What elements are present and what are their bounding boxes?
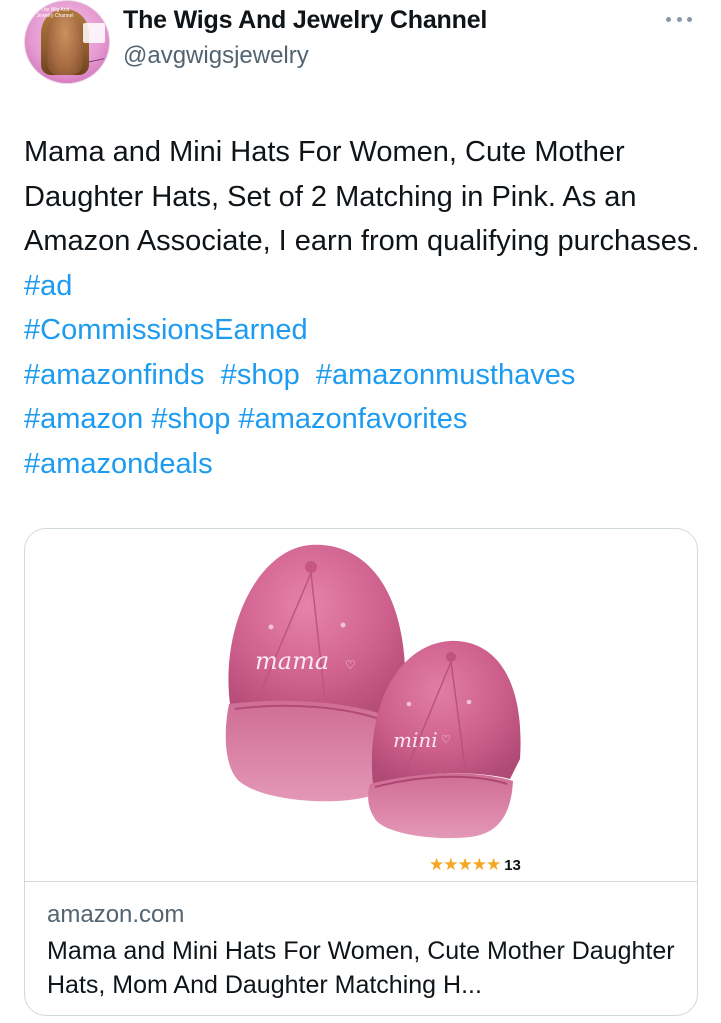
card-domain: amazon.com xyxy=(47,901,185,928)
mini-hat-text: mini xyxy=(393,728,438,752)
dot xyxy=(687,16,692,22)
user-handle[interactable]: @avgwigsjewelry xyxy=(123,42,309,70)
svg-text:♡: ♡ xyxy=(345,658,356,672)
hashtag-amazonfinds[interactable]: #amazonfinds xyxy=(24,359,205,391)
display-name[interactable]: The Wigs And Jewelry Channel xyxy=(123,6,487,35)
rating-count: 13 xyxy=(504,856,521,874)
dot xyxy=(666,16,671,22)
avatar-caption: The Wig And Jewelry Channel xyxy=(36,7,74,19)
link-card[interactable]: mama ♡ mini ♡ ★★★★★ 13 amazon.com Mama a… xyxy=(24,528,698,1016)
hashtag-ad[interactable]: #ad xyxy=(24,270,72,302)
hashtag-shop[interactable]: #shop xyxy=(221,359,300,391)
hashtag-shop-2[interactable]: #shop xyxy=(151,403,230,435)
svg-text:♡: ♡ xyxy=(441,733,451,746)
hashtag-amazon[interactable]: #amazon xyxy=(24,403,143,435)
product-rating: ★★★★★ 13 xyxy=(429,855,521,875)
avatar-signature xyxy=(85,45,105,63)
star-rating-icon: ★★★★★ xyxy=(429,855,501,874)
hashtag-amazonmusthaves[interactable]: #amazonmusthaves xyxy=(316,359,576,391)
hats-illustration: mama ♡ mini ♡ xyxy=(225,544,521,839)
avatar-badge xyxy=(83,23,105,43)
tweet: The Wig And Jewelry Channel The Wigs And… xyxy=(0,0,721,1023)
dot xyxy=(676,16,682,22)
hashtag-commissionsearned[interactable]: #CommissionsEarned xyxy=(24,314,308,346)
hashtag-amazonfavorites[interactable]: #amazonfavorites xyxy=(238,403,467,435)
product-image[interactable]: mama ♡ mini ♡ xyxy=(25,529,697,881)
card-title[interactable]: Mama and Mini Hats For Women, Cute Mothe… xyxy=(47,934,687,1002)
tweet-text: Mama and Mini Hats For Women, Cute Mothe… xyxy=(24,130,704,486)
more-horizontal-icon[interactable] xyxy=(666,14,692,24)
mama-hat-text: mama xyxy=(255,647,329,675)
tweet-body: Mama and Mini Hats For Women, Cute Mothe… xyxy=(24,136,700,257)
hashtag-amazondeals[interactable]: #amazondeals xyxy=(24,448,213,480)
avatar-face xyxy=(47,15,83,75)
card-divider xyxy=(25,881,697,882)
avatar[interactable]: The Wig And Jewelry Channel xyxy=(24,0,110,84)
